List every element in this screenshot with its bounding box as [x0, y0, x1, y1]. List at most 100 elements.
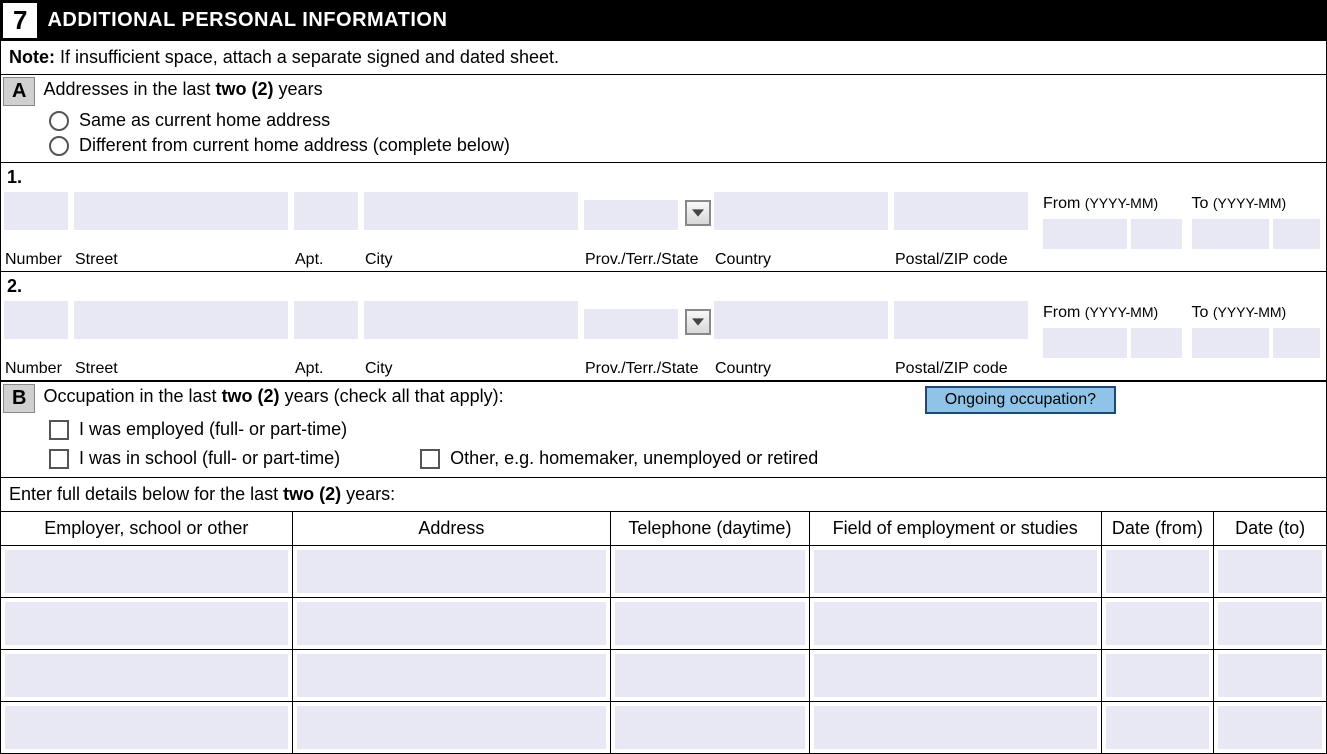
address-1-number-input[interactable] [4, 192, 68, 230]
address-2-number-label: 2. [1, 272, 71, 297]
check-other-label: Other, e.g. homemaker, unemployed or ret… [450, 448, 818, 469]
subsection-a-letter: A [3, 77, 35, 106]
details-4-datefrom-input[interactable] [1106, 706, 1210, 749]
details-intro: Enter full details below for the last tw… [0, 477, 1327, 511]
check-employed[interactable] [49, 420, 69, 440]
address-1-street-input[interactable] [74, 192, 288, 230]
details-1-datefrom-input[interactable] [1106, 550, 1210, 593]
details-1-address-input[interactable] [297, 550, 606, 593]
subsection-b-header: B Occupation in the last two (2) years (… [0, 380, 1327, 415]
subsection-a-header: A Addresses in the last two (2) years [0, 75, 1327, 108]
section-number: 7 [3, 3, 37, 38]
address-2-number-input[interactable] [4, 301, 68, 339]
section-header: 7 ADDITIONAL PERSONAL INFORMATION [0, 0, 1327, 41]
header-date-from: Date (from) [1101, 512, 1214, 546]
note-text: If insufficient space, attach a separate… [55, 47, 559, 67]
subsection-a-text: Addresses in the last two (2) years [43, 75, 322, 100]
details-3-datefrom-input[interactable] [1106, 654, 1210, 697]
radio-same-address-label: Same as current home address [79, 110, 330, 131]
table-row [1, 702, 1327, 754]
label-city: City [361, 249, 581, 271]
header-telephone: Telephone (daytime) [610, 512, 809, 546]
details-4-field-input[interactable] [814, 706, 1097, 749]
header-date-to: Date (to) [1214, 512, 1327, 546]
address-1-to-month-input[interactable] [1273, 219, 1320, 249]
section-title: ADDITIONAL PERSONAL INFORMATION [39, 9, 447, 32]
details-2-address-input[interactable] [297, 602, 606, 645]
radio-same-address-row: Same as current home address [0, 108, 1327, 133]
address-2-from-label: From (YYYY-MM) [1043, 304, 1158, 321]
details-1-dateto-input[interactable] [1218, 550, 1322, 593]
radio-different-address-label: Different from current home address (com… [79, 135, 510, 156]
details-2-telephone-input[interactable] [615, 602, 805, 645]
header-address: Address [292, 512, 610, 546]
subsection-b-letter: B [3, 384, 35, 413]
address-2-country-input[interactable] [714, 301, 888, 339]
address-row-2: 2. From (YYYY-MM) To (YYYY-MM) [0, 271, 1327, 380]
check-school[interactable] [49, 449, 69, 469]
ongoing-occupation-button[interactable]: Ongoing occupation? [925, 386, 1116, 414]
address-1-from-label: From (YYYY-MM) [1043, 195, 1158, 212]
address-2-to-label: To (YYYY-MM) [1192, 304, 1287, 321]
details-2-dateto-input[interactable] [1218, 602, 1322, 645]
subsection-b-text: Occupation in the last two (2) years (ch… [43, 382, 503, 407]
check-employed-label: I was employed (full- or part-time) [79, 419, 347, 440]
address-1-number-label: 1. [1, 163, 71, 188]
details-4-address-input[interactable] [297, 706, 606, 749]
address-2-apt-input[interactable] [294, 301, 358, 339]
address-2-city-input[interactable] [364, 301, 578, 339]
details-3-address-input[interactable] [297, 654, 606, 697]
address-2-prov-dropdown[interactable] [685, 309, 711, 335]
details-3-employer-input[interactable] [5, 654, 288, 697]
address-1-apt-input[interactable] [294, 192, 358, 230]
details-3-telephone-input[interactable] [615, 654, 805, 697]
details-1-field-input[interactable] [814, 550, 1097, 593]
label-prov: Prov./Terr./State [581, 249, 711, 271]
address-2-to-month-input[interactable] [1273, 328, 1320, 358]
address-1-country-input[interactable] [714, 192, 888, 230]
address-1-prov-dropdown[interactable] [685, 200, 711, 226]
label-number: Number [1, 249, 71, 271]
address-2-to-year-input[interactable] [1192, 328, 1270, 358]
address-1-city-input[interactable] [364, 192, 578, 230]
label-street: Street [71, 249, 291, 271]
details-1-telephone-input[interactable] [615, 550, 805, 593]
address-2-from-year-input[interactable] [1043, 328, 1127, 358]
details-4-employer-input[interactable] [5, 706, 288, 749]
note-label: Note: [9, 47, 55, 67]
details-header-row: Employer, school or other Address Teleph… [1, 512, 1327, 546]
address-2-street-input[interactable] [74, 301, 288, 339]
address-row-1: 1. From (YYYY-MM) To (YYYY-MM) [0, 162, 1327, 271]
label-country: Country [711, 249, 891, 271]
details-3-field-input[interactable] [814, 654, 1097, 697]
address-1-to-year-input[interactable] [1192, 219, 1270, 249]
note-row: Note: If insufficient space, attach a se… [0, 41, 1327, 75]
header-employer: Employer, school or other [1, 512, 293, 546]
details-3-dateto-input[interactable] [1218, 654, 1322, 697]
table-row [1, 598, 1327, 650]
label-apt: Apt. [291, 249, 361, 271]
address-2-from-month-input[interactable] [1131, 328, 1181, 358]
chevron-down-icon [692, 316, 704, 328]
details-2-field-input[interactable] [814, 602, 1097, 645]
address-1-from-month-input[interactable] [1131, 219, 1181, 249]
details-1-employer-input[interactable] [5, 550, 288, 593]
address-2-prov-input[interactable] [584, 309, 678, 339]
details-4-dateto-input[interactable] [1218, 706, 1322, 749]
address-1-postal-input[interactable] [894, 192, 1028, 230]
address-1-prov-input[interactable] [584, 200, 678, 230]
details-4-telephone-input[interactable] [615, 706, 805, 749]
radio-different-address-row: Different from current home address (com… [0, 133, 1327, 162]
table-row [1, 546, 1327, 598]
address-1-from-year-input[interactable] [1043, 219, 1127, 249]
check-school-row: I was in school (full- or part-time) Oth… [0, 444, 1327, 477]
radio-different-address[interactable] [49, 136, 69, 156]
radio-same-address[interactable] [49, 111, 69, 131]
details-2-datefrom-input[interactable] [1106, 602, 1210, 645]
address-2-postal-input[interactable] [894, 301, 1028, 339]
label-postal: Postal/ZIP code [891, 249, 1031, 271]
details-2-employer-input[interactable] [5, 602, 288, 645]
check-school-label: I was in school (full- or part-time) [79, 448, 340, 469]
check-other[interactable] [420, 449, 440, 469]
address-1-to-label: To (YYYY-MM) [1192, 195, 1287, 212]
